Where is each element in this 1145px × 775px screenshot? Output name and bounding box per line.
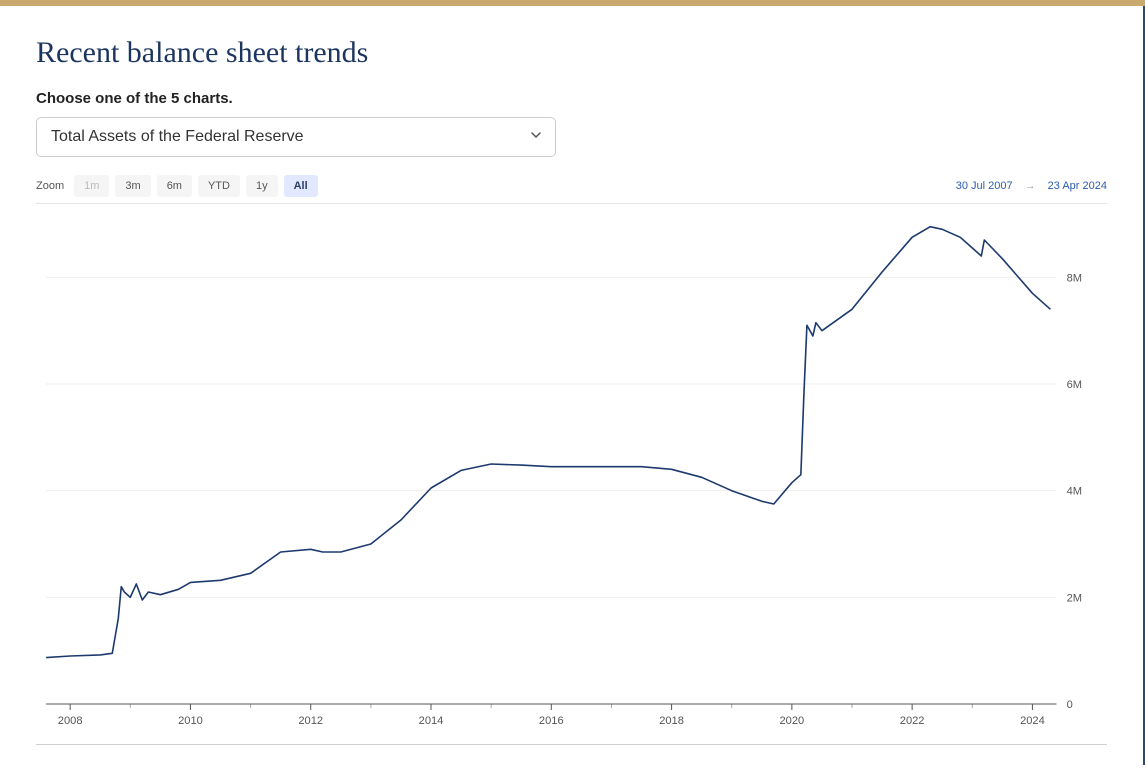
chart-selector[interactable]: Total Assets of the Federal Reserve	[36, 117, 556, 157]
svg-text:2014: 2014	[419, 715, 444, 727]
svg-text:2M: 2M	[1067, 592, 1082, 604]
chart-select-prompt: Choose one of the 5 charts.	[36, 90, 1107, 107]
range-to[interactable]: 23 Apr 2024	[1048, 180, 1107, 192]
svg-text:2012: 2012	[298, 715, 323, 727]
arrow-right-icon: →	[1025, 180, 1036, 192]
zoom-ytd-button[interactable]: YTD	[198, 175, 240, 197]
date-range: 30 Jul 2007 → 23 Apr 2024	[956, 180, 1107, 192]
svg-text:2018: 2018	[659, 715, 684, 727]
svg-text:2024: 2024	[1020, 715, 1045, 727]
svg-text:2016: 2016	[539, 715, 564, 727]
page-title: Recent balance sheet trends	[36, 36, 1107, 70]
chart-toolbar: Zoom 1m 3m 6m YTD 1y All 30 Jul 2007 → 23 Apr…	[36, 175, 1107, 197]
svg-text:8M: 8M	[1067, 272, 1082, 284]
main-container: Recent balance sheet trends Choose one o…	[0, 6, 1145, 765]
zoom-label: Zoom	[36, 180, 64, 192]
svg-text:2010: 2010	[178, 715, 203, 727]
svg-text:0: 0	[1067, 699, 1073, 711]
chart-selector-value[interactable]: Total Assets of the Federal Reserve	[36, 117, 556, 157]
range-from[interactable]: 30 Jul 2007	[956, 180, 1013, 192]
zoom-1m-button: 1m	[74, 175, 109, 197]
svg-text:6M: 6M	[1067, 379, 1082, 391]
zoom-all-button[interactable]: All	[284, 175, 318, 197]
zoom-6m-button[interactable]: 6m	[157, 175, 192, 197]
chart-frame: 0 2M 4M 6M 8M 2008 2010 2012 2014 2016 2018 2020 202…	[36, 203, 1107, 745]
zoom-1y-button[interactable]: 1y	[246, 175, 278, 197]
svg-text:2022: 2022	[900, 715, 925, 727]
zoom-buttons: 1m 3m 6m YTD 1y All	[74, 175, 318, 197]
zoom-group: Zoom 1m 3m 6m YTD 1y All	[36, 175, 318, 197]
zoom-3m-button[interactable]: 3m	[115, 175, 150, 197]
svg-text:2008: 2008	[58, 715, 83, 727]
svg-text:2020: 2020	[780, 715, 805, 727]
svg-text:4M: 4M	[1067, 486, 1082, 498]
line-chart[interactable]: 0 2M 4M 6M 8M 2008 2010 2012 2014 2016 2018 2020 202…	[36, 204, 1107, 744]
